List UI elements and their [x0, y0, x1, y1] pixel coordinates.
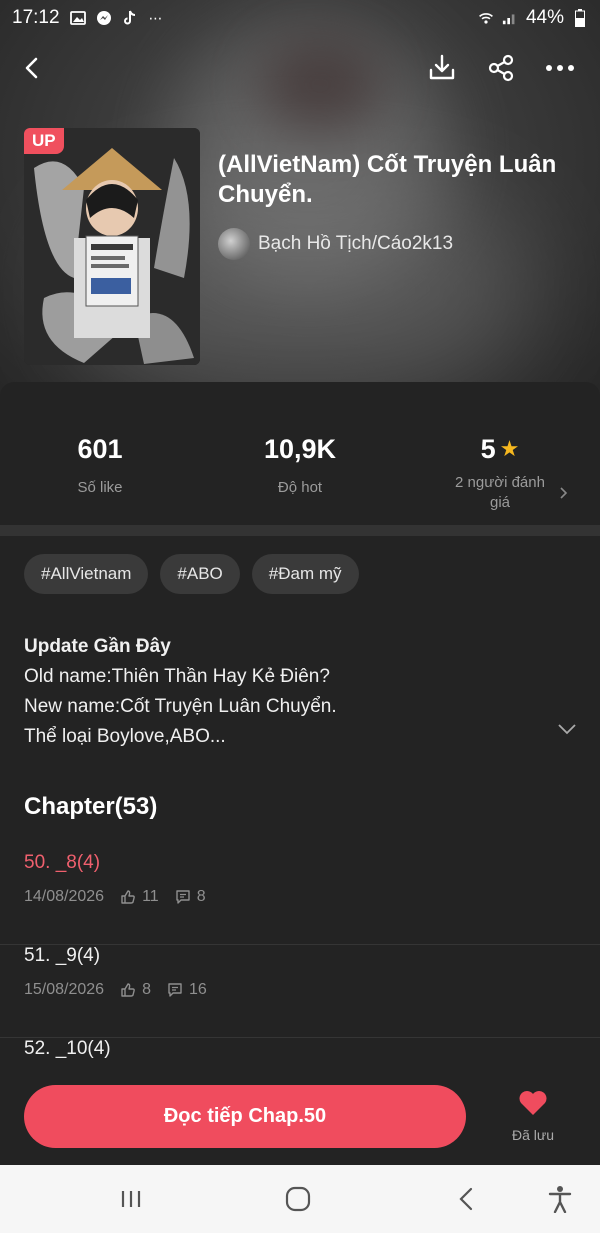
update-heading: Update Gần Đây	[24, 636, 171, 657]
chapter-comments: 8	[196, 888, 206, 905]
up-badge: UP	[24, 128, 64, 154]
hot-label: Độ hot	[277, 479, 323, 496]
expand-chevron-down-icon[interactable]	[558, 722, 576, 740]
wifi-icon	[478, 10, 494, 26]
rating-value: 5	[480, 434, 496, 464]
book-title: (AllVietNam) Cốt Truyện Luân Chuyển.	[218, 151, 557, 208]
home-icon	[285, 1186, 311, 1212]
author-avatar	[218, 228, 250, 260]
book-cover[interactable]: UP	[24, 128, 200, 365]
continue-reading-button[interactable]: Đọc tiếp Chap.50	[24, 1085, 466, 1148]
stat-likes: 601 Số like	[0, 434, 200, 496]
download-button[interactable]	[422, 48, 462, 88]
more-options-button[interactable]	[540, 48, 580, 88]
chapter-likes: 8	[142, 981, 151, 998]
section-divider	[0, 525, 600, 536]
saved-button[interactable]: Đã lưu	[496, 1090, 570, 1143]
gallery-icon	[69, 10, 86, 26]
stat-hot: 10,9K Độ hot	[200, 434, 400, 496]
likes-count: 601	[77, 434, 123, 464]
accessibility-button[interactable]	[540, 1179, 580, 1219]
chapter-item[interactable]: 50. _8(4) 14/08/2026 11 8	[0, 852, 600, 945]
top-toolbar	[0, 40, 600, 96]
author-row[interactable]: Bạch Hồ Tịch/Cáo2k13	[218, 228, 453, 260]
share-button[interactable]	[481, 48, 521, 88]
like-icon	[121, 890, 135, 904]
download-icon	[429, 54, 455, 80]
tiktok-icon	[122, 10, 138, 26]
chapter-date: 14/08/2026	[24, 888, 105, 905]
back-arrow-icon	[25, 57, 38, 79]
saved-label: Đã lưu	[511, 1127, 555, 1143]
chapter-name: 51. _9(4)	[24, 945, 101, 966]
cover-illustration	[24, 128, 200, 365]
hot-count: 10,9K	[263, 434, 337, 464]
author-name: Bạch Hồ Tịch/Cáo2k13	[258, 233, 454, 254]
heart-icon	[519, 1091, 547, 1115]
update-description[interactable]: Update Gần Đây Old name:Thiên Thần Hay K…	[24, 632, 584, 752]
status-time: 17:12	[12, 7, 60, 28]
recent-apps-icon	[121, 1191, 141, 1207]
bottom-action-bar: Đọc tiếp Chap.50 Đã lưu	[0, 1068, 600, 1166]
chapter-heading: Chapter(53)	[24, 793, 158, 820]
comment-icon	[175, 890, 190, 904]
home-button[interactable]	[278, 1179, 318, 1219]
signal-icon	[502, 10, 518, 26]
more-dots-icon	[546, 65, 574, 71]
chapter-name: 50. _8(4)	[24, 852, 101, 873]
update-line-1: Old name:Thiên Thần Hay Kẻ Điên?	[24, 666, 330, 687]
stat-rating[interactable]: 5 ★ 2 người đánh giá	[400, 434, 600, 513]
likes-label: Số like	[77, 479, 123, 496]
chapter-likes: 11	[142, 888, 159, 905]
rating-label: 2 người đánh giá	[455, 474, 545, 511]
battery-icon	[572, 9, 588, 27]
messenger-icon	[96, 10, 112, 26]
status-bar: 17:12 ⋯ 44%	[0, 0, 600, 36]
tag-list: #AllVietnam #ABO #Đam mỹ	[24, 554, 359, 594]
star-icon: ★	[499, 436, 520, 461]
more-notifications-icon: ⋯	[148, 9, 163, 26]
back-button[interactable]	[12, 48, 52, 88]
update-line-2: New name:Cốt Truyện Luân Chuyển.	[24, 696, 337, 717]
share-icon	[488, 54, 514, 82]
system-back-button[interactable]	[446, 1179, 486, 1219]
chevron-right-icon	[560, 486, 568, 504]
battery-percent: 44%	[525, 7, 564, 28]
chapter-date: 15/08/2026	[24, 981, 105, 998]
stats-row: 601 Số like 10,9K Độ hot 5 ★ 2 người đánh…	[0, 408, 600, 528]
tag-allvietnam[interactable]: #AllVietnam	[24, 554, 149, 594]
comment-icon	[168, 983, 182, 997]
system-navigation-bar	[0, 1165, 600, 1233]
like-icon	[121, 983, 135, 997]
accessibility-icon	[548, 1186, 572, 1213]
system-back-icon	[459, 1187, 473, 1211]
chapter-item[interactable]: 51. _9(4) 15/08/2026 8 16	[0, 945, 600, 1038]
update-line-3: Thể loại Boylove,ABO...	[24, 726, 226, 747]
tag-abo[interactable]: #ABO	[160, 554, 240, 594]
chapter-comments: 16	[188, 981, 207, 998]
recent-apps-button[interactable]	[111, 1179, 151, 1219]
tag-dam-my[interactable]: #Đam mỹ	[251, 554, 359, 594]
chapter-name: 52. _10(4)	[24, 1038, 111, 1059]
